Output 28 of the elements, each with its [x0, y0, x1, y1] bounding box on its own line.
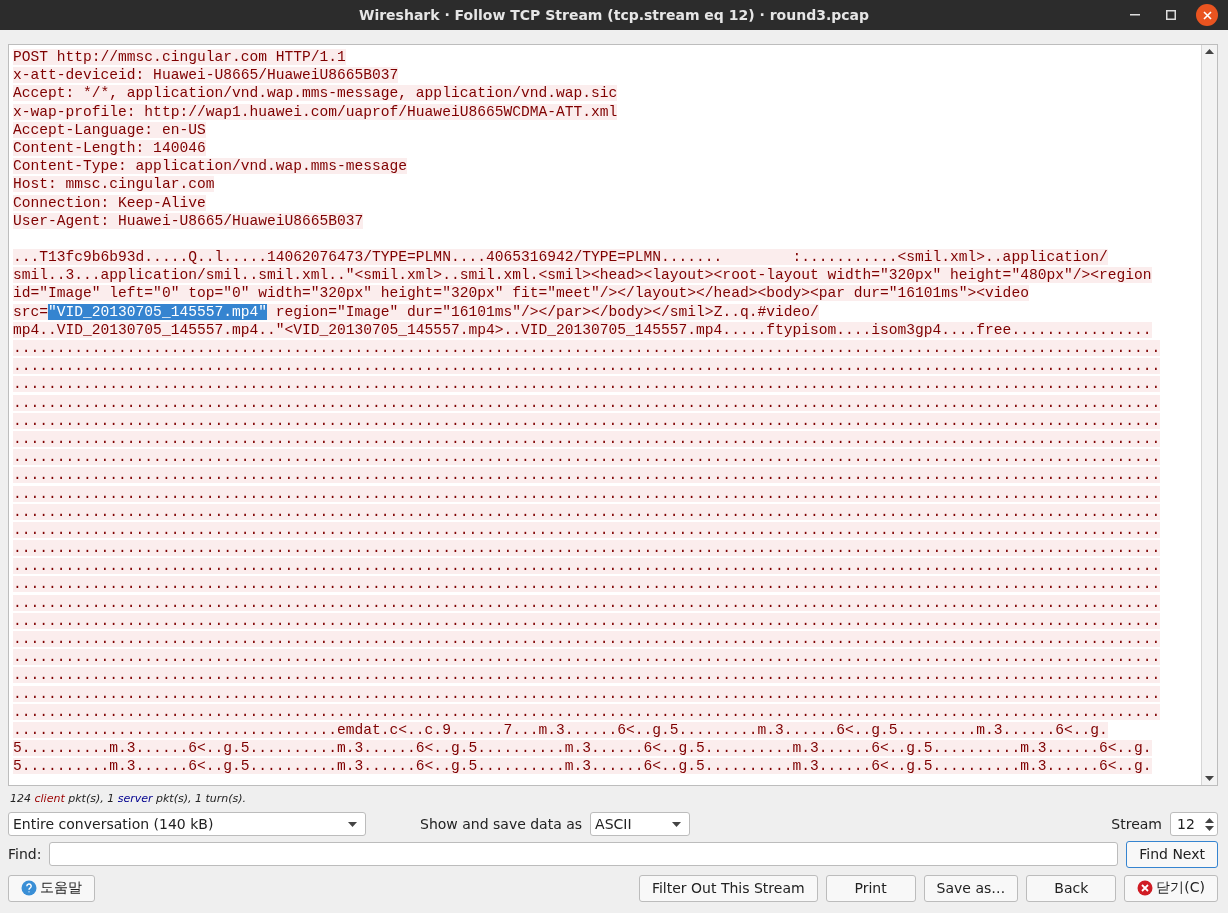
find-field[interactable] [49, 842, 1119, 866]
caret-icon [1205, 49, 1214, 54]
dialog-button[interactable]: Back [1026, 874, 1117, 902]
help-button[interactable]: 도움말 [8, 874, 95, 902]
find-label: Find: [8, 846, 42, 862]
format-label: Show and save data as [420, 816, 583, 832]
scrollbar[interactable] [1201, 45, 1217, 785]
caret-icon [1205, 776, 1214, 781]
stream-spinbox[interactable]: 12 [1170, 812, 1218, 836]
close-button[interactable] [1196, 4, 1218, 26]
caret-icon [672, 821, 682, 827]
conversation-select[interactable]: Entire conversation (140 kB) [8, 812, 366, 836]
dialog-button[interactable]: Print [825, 874, 916, 902]
format-select[interactable]: ASCII [590, 812, 691, 836]
find-next-button[interactable]: Find Next [1126, 840, 1218, 868]
stream-summary: 124 client pkt(s), 1 server pkt(s), 1 turn(s). [9, 791, 248, 807]
minimize-icon [1130, 14, 1140, 16]
stream-text-area[interactable] [8, 44, 1218, 786]
dialog-button[interactable]: Save as… [923, 874, 1019, 902]
close-dialog-button[interactable]: 닫기(C) [1124, 874, 1218, 902]
help-icon [21, 880, 37, 896]
caret-icon [348, 821, 357, 827]
close-icon [1137, 880, 1154, 896]
maximize-icon [1166, 10, 1176, 20]
dialog-button[interactable]: Filter Out This Stream [638, 874, 818, 902]
close-icon [1202, 10, 1212, 20]
stream-label: Stream [1111, 816, 1162, 832]
window-title: Wireshark · Follow TCP Stream (tcp.stream eq 12) · round3.pcap [358, 7, 870, 23]
